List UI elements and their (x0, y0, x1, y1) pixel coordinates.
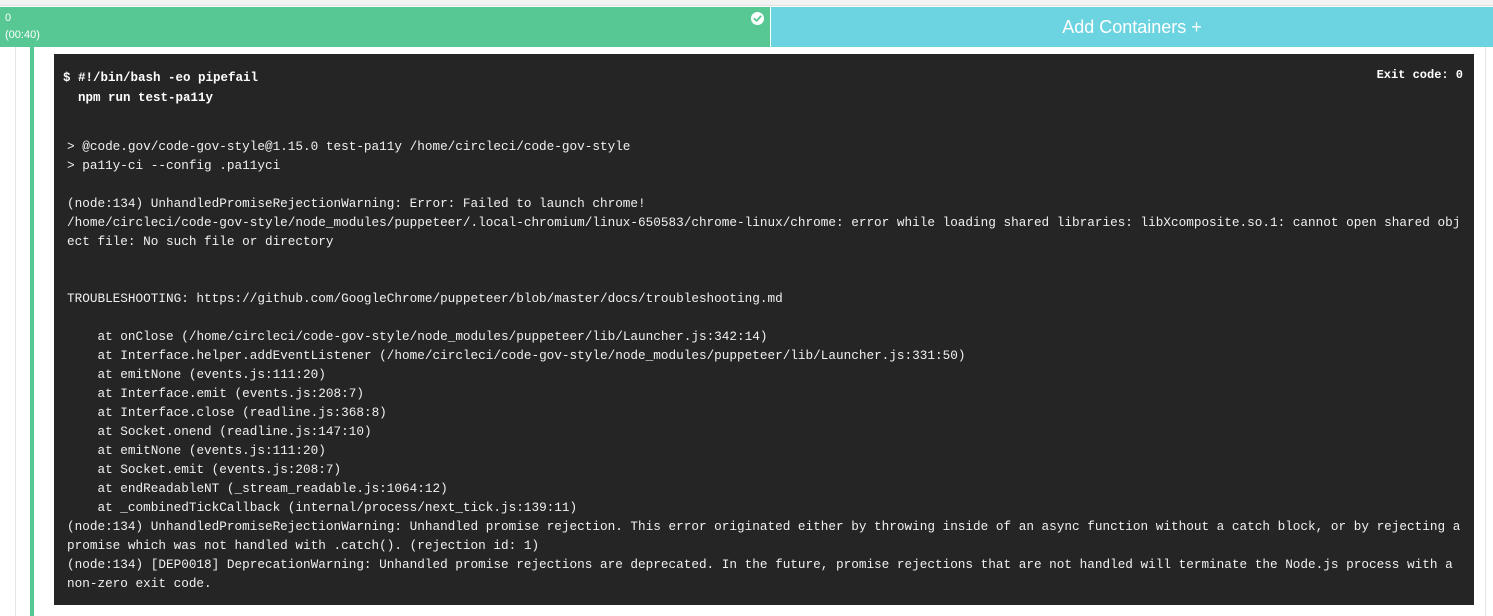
output-line: at Socket.emit (events.js:208:7) (67, 462, 342, 477)
right-border (1485, 47, 1486, 616)
output-line: TROUBLESHOOTING: https://github.com/Goog… (67, 291, 783, 306)
output-line: /home/circleci/code-gov-style/node_modul… (67, 215, 1461, 249)
output-line: at emitNone (events.js:111:20) (67, 443, 326, 458)
command-line: npm run test-pa11y (63, 91, 214, 105)
add-containers-button[interactable]: Add Containers + (771, 7, 1493, 47)
output-line: (node:134) UnhandledPromiseRejectionWarn… (67, 196, 646, 211)
output-line: at Interface.emit (events.js:208:7) (67, 386, 364, 401)
step-status-rail (30, 47, 34, 616)
output-line: (node:134) UnhandledPromiseRejectionWarn… (67, 519, 1468, 553)
output-line: at Interface.close (readline.js:368:8) (67, 405, 387, 420)
command-line: $ #!/bin/bash -eo pipefail (63, 71, 259, 85)
check-circle-icon (751, 12, 764, 25)
output-line: at onClose (/home/circleci/code-gov-styl… (67, 329, 768, 344)
output-line: at _combinedTickCallback (internal/proce… (67, 500, 578, 515)
output-line: > @code.gov/code-gov-style@1.15.0 test-p… (67, 139, 631, 154)
output-line: (node:134) [DEP0018] DeprecationWarning:… (67, 557, 1461, 591)
top-divider (0, 0, 1493, 6)
output-line: at endReadableNT (_stream_readable.js:10… (67, 481, 448, 496)
output-line: > pa11y-ci --config .pa11yci (67, 158, 281, 173)
step-output-log: > @code.gov/code-gov-style@1.15.0 test-p… (67, 137, 1463, 593)
container-tab-0[interactable]: 0 (00:40) (0, 7, 770, 47)
output-line: at Interface.helper.addEventListener (/h… (67, 348, 966, 363)
step-output-terminal: $ #!/bin/bash -eo pipefail npm run test-… (54, 54, 1474, 605)
container-duration: (00:40) (5, 29, 40, 41)
left-gutter (0, 47, 16, 616)
container-index: 0 (5, 12, 12, 24)
exit-code: Exit code: 0 (1376, 68, 1463, 82)
output-line: at emitNone (events.js:111:20) (67, 367, 326, 382)
step-command: $ #!/bin/bash -eo pipefail npm run test-… (63, 68, 258, 108)
output-line: at Socket.onend (readline.js:147:10) (67, 424, 372, 439)
